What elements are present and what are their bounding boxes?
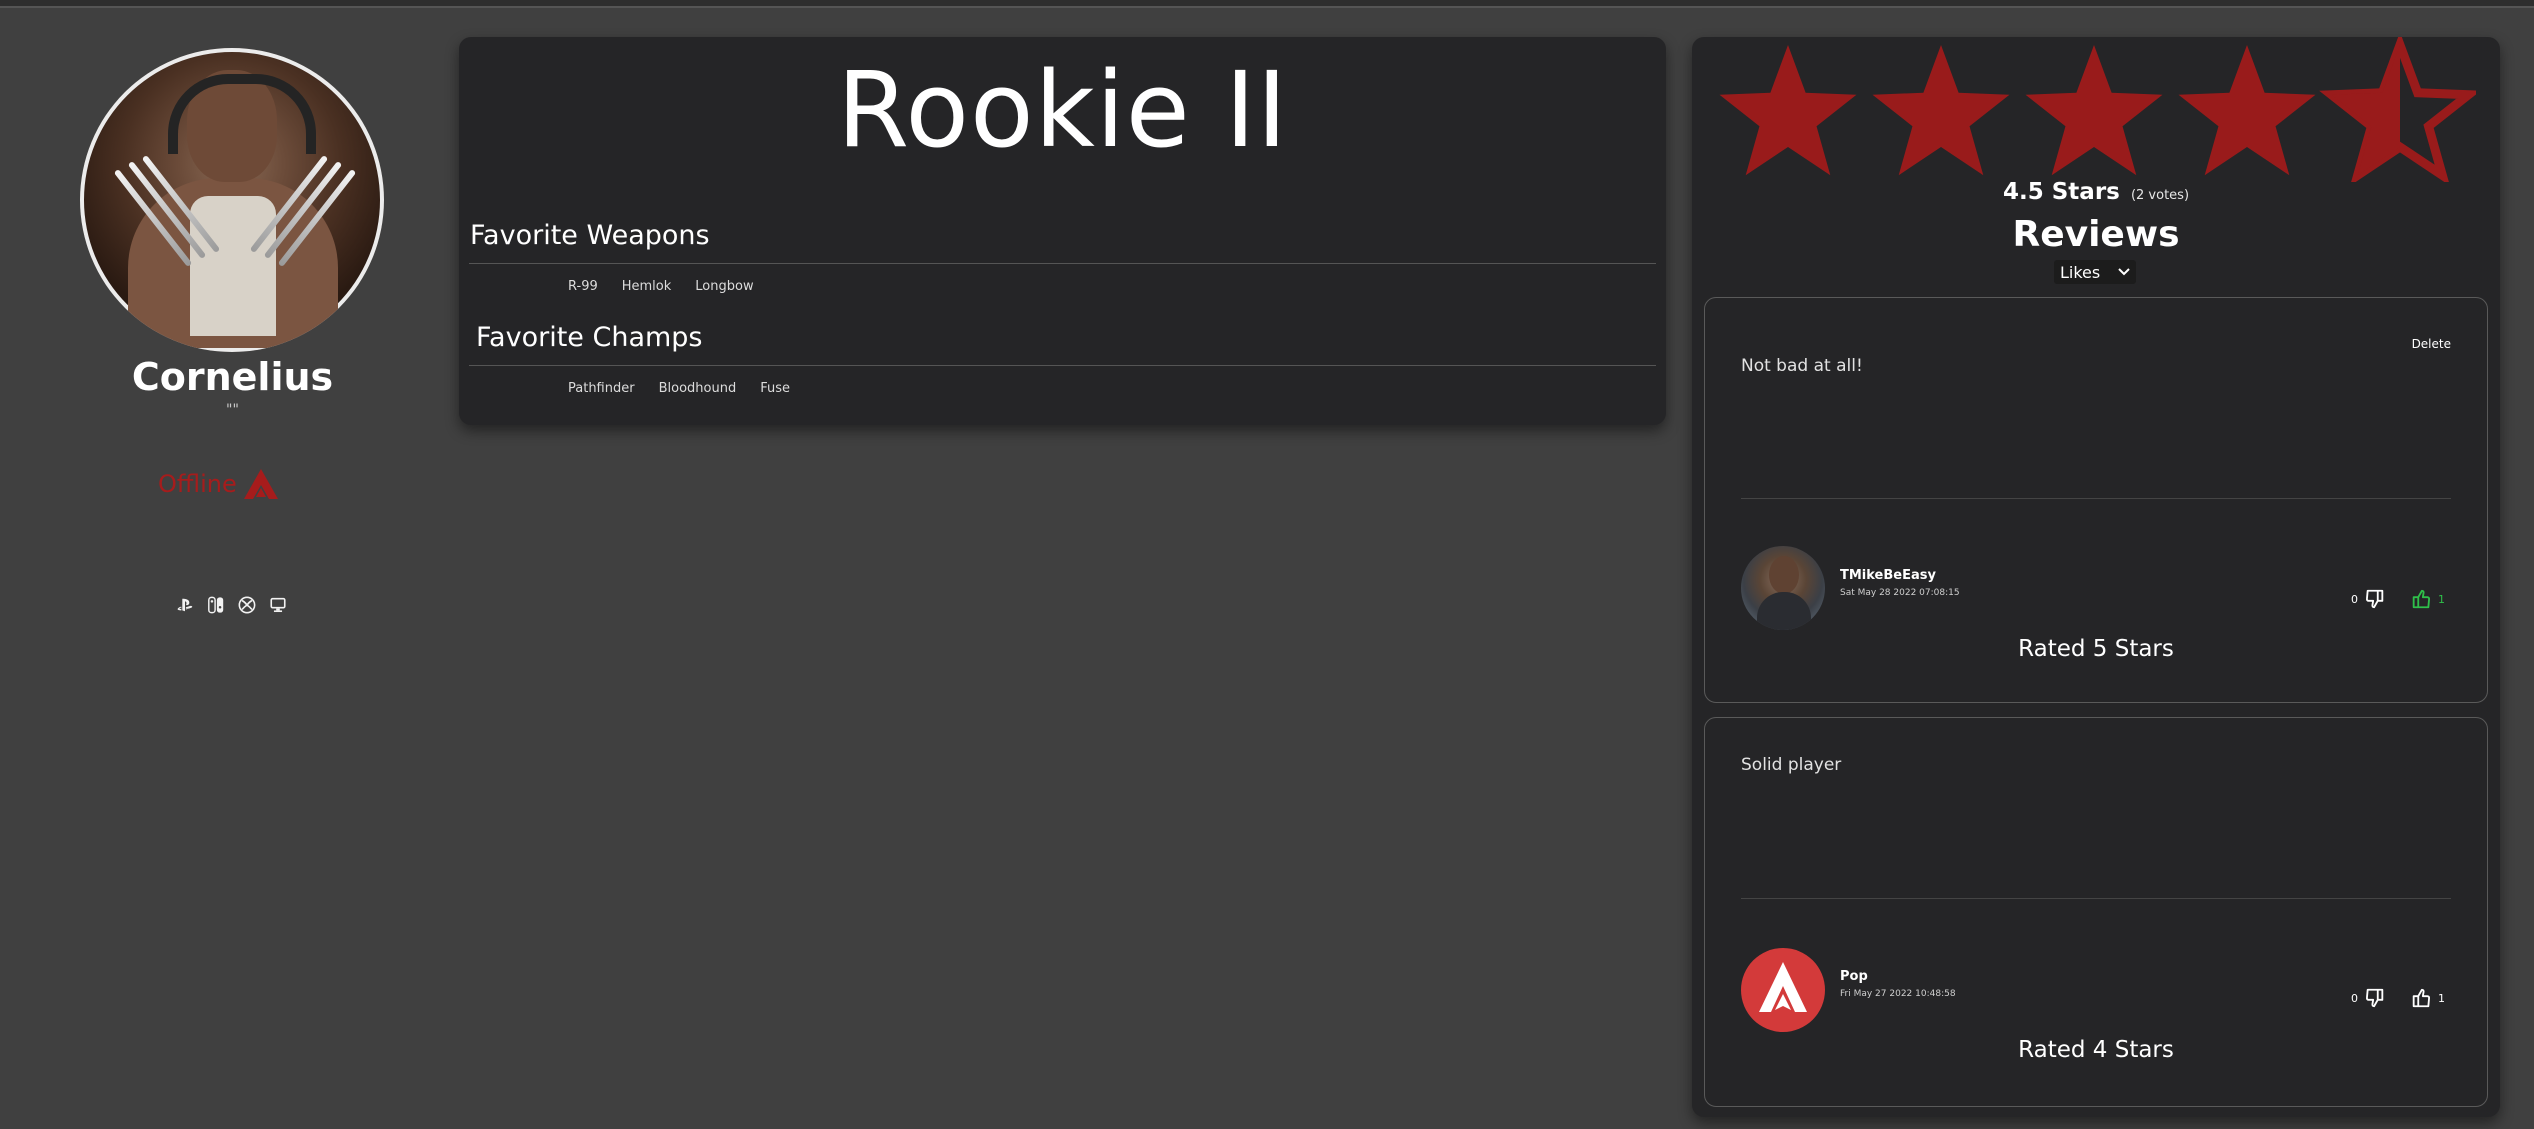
review-votes: 0 1 — [2345, 588, 2451, 610]
sort-selected-value: Likes — [2060, 262, 2101, 282]
review-votes: 0 1 — [2345, 987, 2451, 1009]
reviewer-avatar[interactable] — [1741, 948, 1825, 1032]
delete-review-button[interactable]: Delete — [2412, 337, 2451, 351]
apex-logo-icon — [1759, 962, 1807, 1012]
dislike-count: 0 — [2351, 592, 2358, 606]
reviews-title: Reviews — [2012, 214, 2180, 255]
sort-select[interactable]: Likes — [2054, 260, 2136, 284]
rating-star-icon — [1872, 45, 2010, 176]
apex-logo-icon — [243, 469, 278, 499]
review-text: Not bad at all! — [1741, 356, 1863, 376]
profile-avatar — [80, 48, 384, 352]
rank-card: Rookie II Favorite Weapons R-99 Hemlok L… — [459, 37, 1666, 425]
weapon-chip: R-99 — [568, 279, 598, 294]
rating-star-icon — [2178, 45, 2316, 176]
thumbs-up-icon[interactable] — [2410, 987, 2432, 1009]
reviewer-name[interactable]: TMikeBeEasy — [1840, 568, 1936, 583]
rating-value: 4.5 Stars — [2002, 179, 2120, 205]
reviewer-avatar[interactable] — [1741, 546, 1825, 630]
favorite-weapons-title: Favorite Weapons — [470, 220, 710, 251]
weapons-divider — [469, 263, 1656, 264]
xbox-icon — [238, 596, 256, 614]
review-rated: Rated 4 Stars — [2018, 1037, 2174, 1063]
weapon-chip: Hemlok — [621, 279, 672, 294]
review-divider — [1741, 498, 2451, 499]
platform-list — [176, 596, 287, 614]
thumbs-down-icon[interactable] — [2364, 588, 2386, 610]
review-rated: Rated 5 Stars — [2018, 636, 2174, 662]
review-text: Solid player — [1741, 755, 1842, 775]
favorite-champs-title: Favorite Champs — [476, 322, 703, 353]
favorite-champs-list: Pathfinder Bloodhound Fuse — [568, 381, 790, 396]
rating-star-icon — [2025, 45, 2163, 176]
review-divider — [1741, 898, 2451, 899]
profile-quote: "" — [226, 402, 239, 418]
reviews-card: 4.5 Stars (2 votes) Reviews Likes Not ba… — [1692, 37, 2500, 1117]
playstation-icon — [177, 598, 193, 612]
window-top-border — [0, 0, 2534, 8]
pc-icon — [270, 597, 286, 613]
like-count: 1 — [2438, 991, 2445, 1005]
profile-username: Cornelius — [131, 355, 334, 399]
review-date: Sat May 28 2022 07:08:15 — [1840, 588, 1960, 598]
thumbs-down-icon[interactable] — [2364, 987, 2386, 1009]
weapon-chip: Longbow — [695, 279, 754, 294]
like-count: 1 — [2438, 592, 2445, 606]
champ-chip: Fuse — [760, 381, 790, 396]
rating-summary: 4.5 Stars (2 votes) — [1692, 179, 2500, 205]
review-date: Fri May 27 2022 10:48:58 — [1840, 989, 1956, 999]
chevron-down-icon — [2118, 268, 2130, 276]
switch-icon — [208, 596, 224, 614]
review-card: Not bad at all! Delete TMikeBeEasy Sat M… — [1704, 297, 2488, 703]
status-text: Offline — [158, 470, 237, 498]
favorite-weapons-list: R-99 Hemlok Longbow — [568, 279, 754, 294]
star-rating — [1719, 37, 2476, 182]
dislike-count: 0 — [2351, 991, 2358, 1005]
rank-title: Rookie II — [836, 49, 1289, 171]
profile-status: Offline — [158, 468, 279, 500]
champ-chip: Pathfinder — [568, 381, 635, 396]
rating-star-icon — [1719, 45, 1857, 176]
rating-votes: (2 votes) — [2130, 188, 2190, 203]
champs-divider — [469, 365, 1656, 366]
review-card: Solid player Pop Fri May 27 2022 10:48:5… — [1704, 717, 2488, 1107]
reviewer-name[interactable]: Pop — [1840, 969, 1868, 984]
rating-star-icon — [2319, 37, 2476, 182]
thumbs-up-icon[interactable] — [2410, 588, 2432, 610]
champ-chip: Bloodhound — [658, 381, 737, 396]
